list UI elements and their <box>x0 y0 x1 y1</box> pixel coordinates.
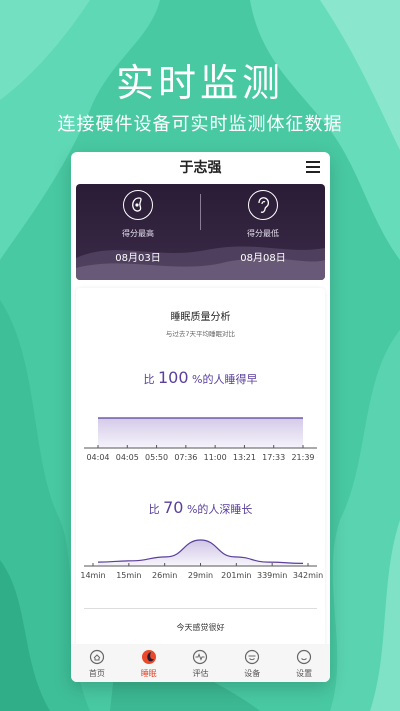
tab-assess-label: 评估 <box>192 669 209 678</box>
x-tick-label: 04:04 <box>86 453 109 462</box>
tab-sleep-label: 睡眠 <box>140 669 157 678</box>
user-name-title: 于志强 <box>179 160 222 176</box>
deep-sleep-chart: 14min 15min 26min 29min 201min 339min 342min <box>80 539 323 580</box>
tab-assess[interactable]: 评估 <box>175 644 227 682</box>
x-tick-label: 29min <box>188 571 213 580</box>
x-tick-label: 201min <box>221 571 251 580</box>
x-tick-label: 15min <box>116 571 141 580</box>
lowest-score-label: 得分最低 <box>247 229 279 238</box>
pulse-icon <box>193 649 208 665</box>
tab-device-label: 设备 <box>244 669 261 678</box>
sleep-analysis-card: 睡眠质量分析 与过去7天平均睡眠对比 比 100 %的人睡得早 04:04 04:… <box>76 288 325 653</box>
x-tick-label: 26min <box>152 571 177 580</box>
home-icon <box>89 649 104 665</box>
tab-sleep[interactable]: 睡眠 <box>123 644 175 682</box>
stat1-value: 100 <box>158 368 189 387</box>
analysis-title: 睡眠质量分析 <box>170 312 231 323</box>
deep-sleep-stat: 比 70 %的人深睡长 <box>76 498 325 517</box>
x-tick-label: 11:00 <box>204 453 227 462</box>
stat1-suffix: %的人睡得早 <box>188 373 258 386</box>
x-tick-label: 342min <box>293 571 323 580</box>
ear-icon <box>248 190 278 220</box>
highest-score-label: 得分最高 <box>122 229 154 238</box>
x-tick-label: 07:36 <box>174 453 197 462</box>
tab-bar: 首页 睡眠 评估 设备 设置 <box>71 644 330 682</box>
divider <box>84 608 317 609</box>
score-summary-card: 得分最高 08月03日 得分最低 08月08日 <box>76 184 325 280</box>
bedtime-chart: 04:04 04:05 05:50 07:36 11:00 13:21 17:33 21:39 <box>84 417 317 462</box>
tab-device[interactable]: 设备 <box>226 644 278 682</box>
x-tick-label: 339min <box>257 571 287 580</box>
lowest-score[interactable]: 得分最低 08月08日 <box>201 190 325 264</box>
moon-icon <box>141 650 156 664</box>
lowest-score-date: 08月08日 <box>240 253 286 264</box>
tab-home[interactable]: 首页 <box>71 644 123 682</box>
face-icon <box>296 649 312 665</box>
x-tick-label: 05:50 <box>145 453 168 462</box>
tab-settings-label: 设置 <box>296 669 313 678</box>
stat2-suffix: %的人深睡长 <box>183 503 253 516</box>
analysis-subtitle: 与过去7天平均睡眠对比 <box>165 330 236 338</box>
phone-screen: 于志强 得分最高 08月03日 得分最低 08月08日 睡眠质量分析 与过去7天… <box>71 152 330 682</box>
x-tick-label: 14min <box>80 571 105 580</box>
bedtime-area <box>98 418 303 448</box>
x-tick-label: 04:05 <box>116 453 139 462</box>
app-header: 于志强 <box>71 152 330 182</box>
x-tick-label: 17:33 <box>262 453 285 462</box>
stat2-value: 70 <box>163 498 184 517</box>
tab-home-label: 首页 <box>88 669 105 678</box>
feeling-text: 今天感觉很好 <box>176 623 225 632</box>
sleep-icon <box>123 190 153 220</box>
menu-icon[interactable] <box>306 161 320 173</box>
hero-subtitle: 连接硬件设备可实时监测体征数据 <box>57 114 343 135</box>
tab-settings[interactable]: 设置 <box>278 644 330 682</box>
device-icon <box>245 649 260 665</box>
stat1-prefix: 比 <box>143 373 158 386</box>
x-tick-label: 13:21 <box>233 453 256 462</box>
stat2-prefix: 比 <box>148 503 164 516</box>
hero-title: 实时监测 <box>115 61 284 105</box>
highest-score-date: 08月03日 <box>115 253 161 264</box>
early-sleep-stat: 比 100 %的人睡得早 <box>76 368 325 387</box>
x-tick-label: 21:39 <box>291 453 314 462</box>
highest-score[interactable]: 得分最高 08月03日 <box>76 190 200 264</box>
